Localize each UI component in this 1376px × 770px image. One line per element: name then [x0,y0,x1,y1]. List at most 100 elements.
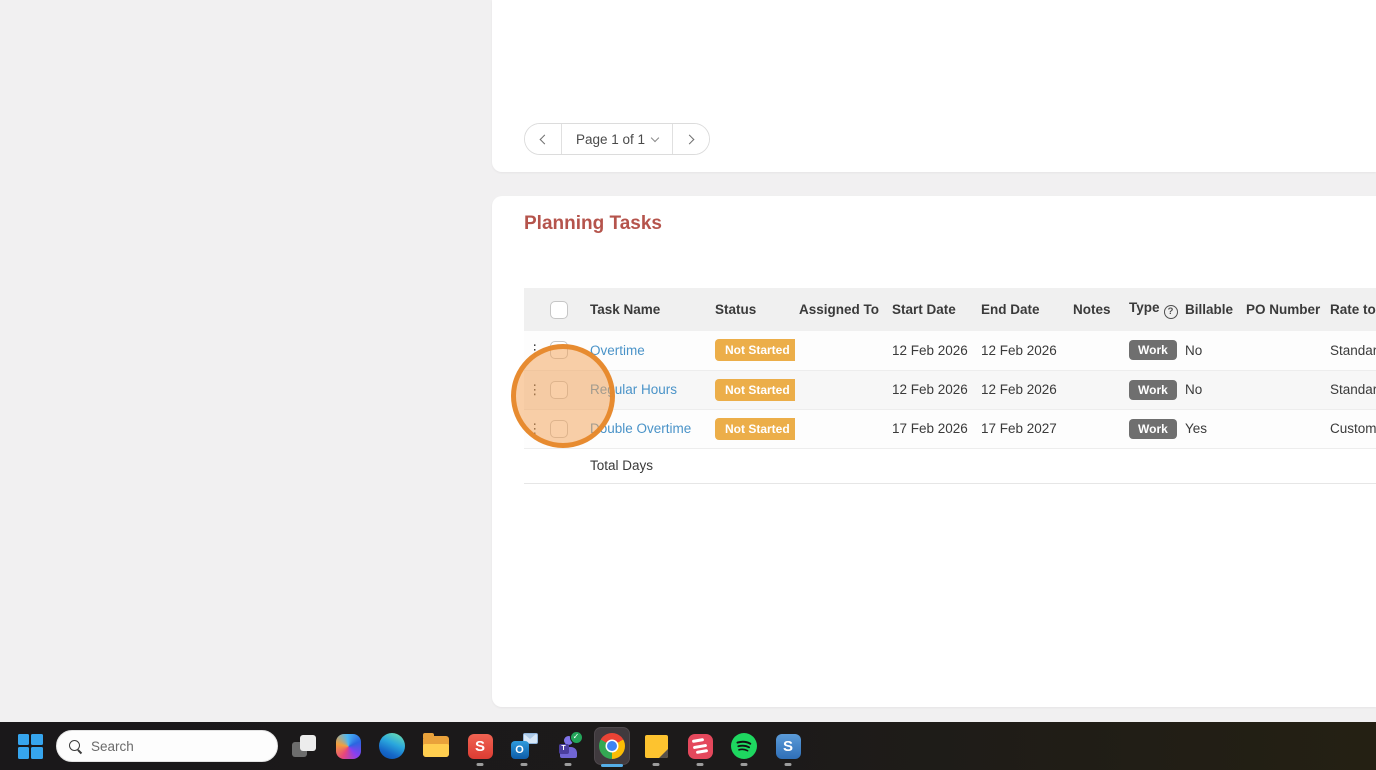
row-checkbox-cell [546,331,586,370]
header-rate-to: Rate to [1330,302,1376,317]
billable-cell: Yes [1185,421,1208,436]
row-checkbox-cell [546,370,586,409]
taskbar-snagit-editor[interactable]: S [770,724,806,768]
rate-cell: Custom [1330,421,1376,436]
taskbar-red-stripes-app[interactable] [682,724,718,768]
taskbar: S O T ✓ [0,722,1376,770]
total-days-label: Total Days [590,458,654,473]
next-page-button[interactable] [672,124,710,154]
drag-handle-icon[interactable]: ⋮ [524,409,546,448]
planning-tasks-table: Task Name Status Assigned To Start Date … [524,288,1376,484]
end-date-cell[interactable]: 17 Feb 2027 [977,409,1069,448]
red-stripes-app-icon [687,733,713,759]
task-name-link[interactable]: Regular Hours [590,382,677,397]
status-badge: Not Started [715,378,795,401]
row-checkbox[interactable] [550,341,568,360]
taskbar-task-view[interactable] [286,724,322,768]
billable-cell: No [1185,382,1203,397]
desktop: Page 1 of 1 Planning Tasks Task Name Sta… [0,0,1376,770]
page-indicator-dropdown[interactable]: Page 1 of 1 [562,124,672,154]
status-check-icon: ✓ [569,731,583,744]
table-footer-row: Total Days [524,448,1376,483]
table-header-row: Task Name Status Assigned To Start Date … [524,288,1376,331]
type-badge: Work [1129,379,1177,400]
header-assigned-to: Assigned To [799,302,880,317]
outlook-icon: O [510,733,538,759]
running-indicator [784,763,792,766]
row-checkbox-cell [546,409,586,448]
chrome-icon [599,733,625,759]
running-indicator [476,763,484,766]
po-number-cell [1242,409,1326,448]
running-indicator [520,763,528,766]
windows-logo-icon [17,733,43,759]
end-date-cell[interactable]: 12 Feb 2026 [977,331,1069,370]
end-date-cell[interactable]: 12 Feb 2026 [977,370,1069,409]
taskbar-search[interactable] [56,730,278,762]
chevron-left-icon [539,134,550,144]
running-indicator [564,763,572,766]
drag-handle-icon[interactable]: ⋮ [524,331,546,370]
planning-tasks-card: Planning Tasks Task Name Status Assigned… [492,196,1376,707]
taskbar-snagit-capture[interactable]: S [462,724,498,768]
header-start-date: Start Date [892,302,956,317]
start-button[interactable] [12,724,48,768]
header-po-number: PO Number [1246,302,1321,317]
header-notes: Notes [1073,302,1111,317]
taskbar-chrome[interactable] [594,727,630,767]
row-checkbox[interactable] [550,380,568,399]
header-status: Status [715,302,757,317]
task-view-icon [292,734,316,758]
teams-icon: T ✓ [555,731,583,759]
type-badge: Work [1129,340,1177,361]
notes-cell [1069,409,1125,448]
taskbar-teams[interactable]: T ✓ [550,724,586,768]
taskbar-spotify[interactable] [726,724,762,768]
taskbar-sticky-notes[interactable] [638,724,674,768]
notes-cell [1069,370,1125,409]
prev-page-button[interactable] [525,124,562,154]
help-icon[interactable]: ? [1163,305,1178,319]
header-checkbox-cell [546,288,586,331]
status-badge: Not Started [715,339,795,362]
taskbar-file-explorer[interactable] [418,724,454,768]
chevron-down-icon [650,133,660,142]
start-date-cell[interactable]: 12 Feb 2026 [888,331,977,370]
running-indicator [652,763,660,766]
rate-cell: Standard [1330,382,1376,397]
pagination: Page 1 of 1 [524,123,711,155]
file-explorer-icon [423,732,449,757]
taskbar-outlook[interactable]: O [506,724,542,768]
billable-cell: No [1185,342,1203,358]
table-row: ⋮ Overtime Not Started 12 Feb 2026 12 Fe… [524,331,1376,370]
upper-card: Page 1 of 1 [492,0,1376,172]
search-input[interactable] [91,738,261,754]
select-all-checkbox[interactable] [550,300,568,319]
chevron-right-icon [684,134,695,144]
status-badge: Not Started [715,417,795,440]
edge-icon [379,733,405,759]
assigned-to-cell [795,409,888,448]
header-end-date: End Date [981,302,1040,317]
page-indicator-label: Page 1 of 1 [576,131,646,147]
task-name-link[interactable]: Overtime [590,343,645,358]
type-badge: Work [1129,418,1177,439]
header-billable: Billable [1185,302,1234,317]
start-date-cell[interactable]: 12 Feb 2026 [888,370,977,409]
start-date-cell[interactable]: 17 Feb 2026 [888,409,977,448]
taskbar-edge[interactable] [374,724,410,768]
assigned-to-cell [795,331,888,370]
page-title: Planning Tasks [524,213,662,234]
task-name-link[interactable]: Double Overtime [590,421,691,436]
table-row: ⋮ Regular Hours Not Started 12 Feb 2026 … [524,370,1376,409]
running-indicator [696,763,704,766]
drag-handle-icon[interactable]: ⋮ [524,370,546,409]
snagit-capture-icon: S [467,733,493,759]
taskbar-copilot[interactable] [330,724,366,768]
header-type-label: Type [1129,300,1160,315]
po-number-cell [1242,370,1326,409]
header-type: Type? [1125,288,1181,331]
spotify-icon [731,733,757,759]
header-handle-spacer [524,288,546,331]
row-checkbox[interactable] [550,419,568,438]
